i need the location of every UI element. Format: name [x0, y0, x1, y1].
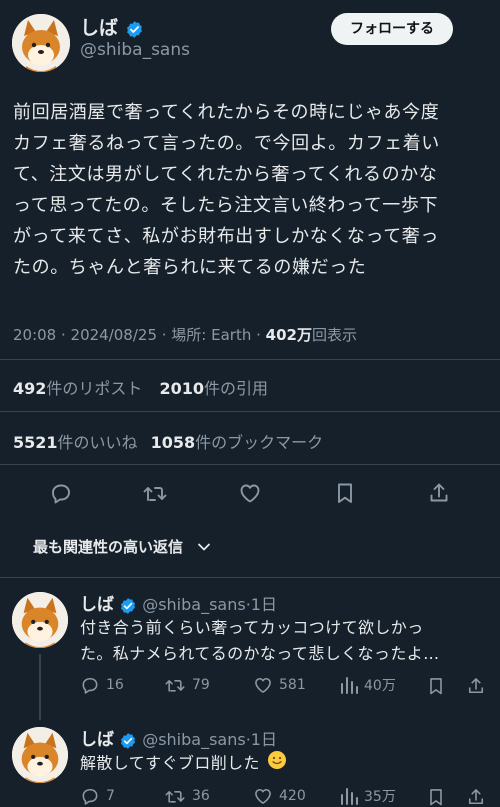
- verified-badge-icon: [125, 20, 144, 39]
- shiba-avatar-icon: [12, 14, 70, 72]
- reply-sort-label: 最も関連性の高い返信: [33, 538, 184, 556]
- views-count: 40万: [364, 678, 396, 694]
- thread-line: [39, 654, 41, 720]
- reply-icon: [82, 788, 98, 805]
- share-icon[interactable]: [427, 481, 451, 505]
- like-count: 420: [279, 788, 306, 804]
- reply-reply-action[interactable]: 16: [80, 675, 124, 695]
- share-icon[interactable]: [466, 787, 486, 807]
- reply-author-name[interactable]: しば: [80, 730, 114, 750]
- quotes-label: 件の引用: [204, 379, 269, 398]
- views-label: 回表示: [311, 326, 357, 344]
- reply-repost-action[interactable]: 36: [164, 786, 210, 806]
- reply-reply-action[interactable]: 7: [80, 786, 115, 806]
- tweet-line: がって来てさ、私がお財布出すしかなくなって奢っ: [13, 226, 439, 247]
- shiba-avatar-icon: [12, 727, 68, 783]
- stats-row-1: 492件のリポスト 2010件の引用: [13, 375, 268, 399]
- views-icon: [341, 677, 358, 694]
- repost-icon[interactable]: [142, 481, 168, 505]
- likes-label: 件のいいね: [57, 433, 138, 452]
- reply-like-action[interactable]: 581: [253, 675, 306, 695]
- verified-badge-icon: [119, 732, 137, 750]
- likes-count: 5521: [13, 433, 58, 452]
- reply-author-name[interactable]: しば: [80, 595, 114, 615]
- bookmarks-stat[interactable]: 1058件のブックマーク: [151, 433, 324, 452]
- smiling-face-emoji-icon: [267, 750, 287, 778]
- reply-author-handle[interactable]: @shiba_sans: [142, 595, 246, 614]
- divider: [0, 359, 500, 360]
- tweet-line: て、注文は男がしてくれたから奢ってくれるのかな: [13, 164, 438, 185]
- tweet-timestamp[interactable]: 20:08 · 2024/08/25 · 場所: Earth ·: [13, 326, 266, 344]
- reply-count: 16: [106, 677, 124, 693]
- author-block: しば: [80, 13, 144, 40]
- tweet-line: たの。ちゃんと奢られに来てるの嫌だった: [13, 257, 367, 278]
- reposts-count: 492: [13, 379, 47, 398]
- reply-icon: [82, 677, 98, 694]
- repost-count: 36: [192, 788, 210, 804]
- share-icon[interactable]: [466, 676, 486, 696]
- reply-count: 7: [106, 788, 115, 804]
- bookmark-icon[interactable]: [333, 481, 357, 505]
- tweet-line: 前回居酒屋で奢ってくれたからその時にじゃあ今度: [13, 102, 440, 123]
- like-count: 581: [279, 677, 306, 693]
- reply-repost-action[interactable]: 79: [164, 675, 210, 695]
- author-handle[interactable]: @shiba_sans: [80, 40, 190, 60]
- views-icon: [341, 788, 358, 805]
- repost-icon: [165, 680, 185, 692]
- reply-text: 付き合う前くらい奢ってカッコつけて欲しかっ た。私ナメられてるのかなって悲しくな…: [80, 615, 490, 667]
- reply-views-action[interactable]: 40万: [340, 675, 396, 695]
- tweet-line: って思ってたの。そしたら注文言い終わって一歩下: [13, 195, 439, 216]
- reply-icon[interactable]: [49, 481, 73, 505]
- reply-time[interactable]: ·1日: [246, 730, 277, 749]
- like-icon: [255, 677, 271, 693]
- tweet-text: 前回居酒屋で奢ってくれたからその時にじゃあ今度 カフェ奢るねって言ったの。で今回…: [13, 97, 493, 283]
- divider: [0, 577, 500, 578]
- reply-time[interactable]: ·1日: [246, 595, 277, 614]
- bookmarks-label: 件のブックマーク: [195, 433, 324, 452]
- views-count: 402万: [265, 326, 312, 344]
- author-name[interactable]: しば: [80, 17, 118, 39]
- reply-header: しば @shiba_sans·1日: [80, 590, 277, 615]
- reply-line: 解散してすぐブロ削した: [80, 753, 260, 773]
- shiba-avatar-icon: [12, 592, 68, 648]
- reply-avatar[interactable]: [12, 592, 68, 648]
- stats-row-2: 5521件のいいね 1058件のブックマーク: [13, 429, 323, 453]
- repost-icon: [165, 791, 185, 803]
- reply-line: た。私ナメられてるのかなって悲しくなったよ…: [80, 644, 440, 663]
- author-avatar[interactable]: [12, 14, 70, 72]
- reply-views-action[interactable]: 35万: [340, 786, 396, 806]
- repost-count: 79: [192, 677, 210, 693]
- like-icon: [255, 788, 271, 804]
- reposts-stat[interactable]: 492件のリポスト: [13, 379, 142, 398]
- tweet-meta: 20:08 · 2024/08/25 · 場所: Earth · 402万回表示: [13, 324, 357, 345]
- divider: [0, 411, 500, 412]
- like-icon[interactable]: [238, 481, 262, 505]
- quotes-stat[interactable]: 2010件の引用: [160, 379, 269, 398]
- chevron-down-icon: [197, 538, 211, 556]
- reply-header: しば @shiba_sans·1日: [80, 725, 277, 750]
- reply-avatar[interactable]: [12, 727, 68, 783]
- reply-like-action[interactable]: 420: [253, 786, 306, 806]
- likes-stat[interactable]: 5521件のいいね: [13, 433, 138, 452]
- follow-button[interactable]: フォローする: [331, 13, 453, 45]
- reply-text: 解散してすぐブロ削した: [80, 750, 287, 778]
- quotes-count: 2010: [159, 379, 205, 398]
- reply-sort-dropdown[interactable]: 最も関連性の高い返信: [33, 536, 211, 557]
- reposts-label: 件のリポスト: [46, 379, 143, 398]
- tweet-line: カフェ奢るねって言ったの。で今回よ。カフェ着い: [13, 133, 440, 154]
- bookmark-icon[interactable]: [426, 676, 446, 696]
- verified-badge-icon: [119, 597, 137, 615]
- bookmarks-count: 1058: [150, 433, 196, 452]
- views-count: 35万: [364, 789, 396, 805]
- reply-author-handle[interactable]: @shiba_sans: [142, 730, 246, 749]
- reply-line: 付き合う前くらい奢ってカッコつけて欲しかっ: [80, 618, 424, 637]
- bookmark-icon[interactable]: [426, 787, 446, 807]
- divider: [0, 464, 500, 465]
